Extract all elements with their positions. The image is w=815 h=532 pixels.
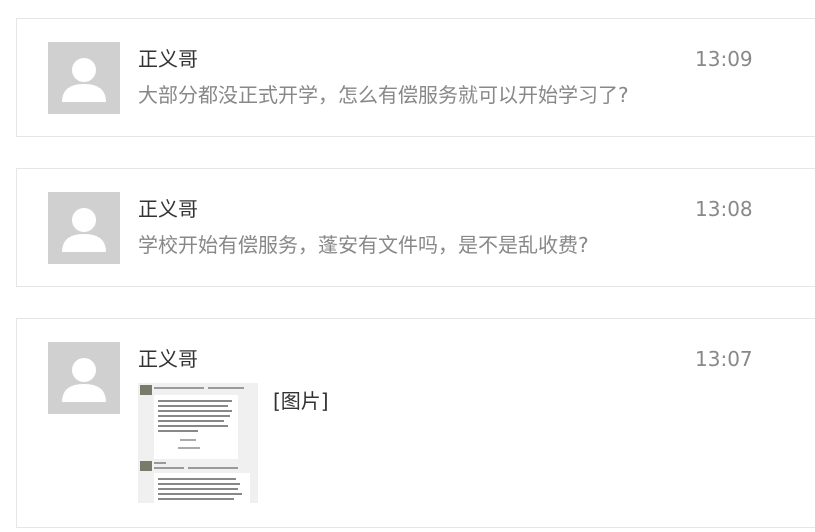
- message-card[interactable]: 正义哥 13:07 [图片]: [16, 318, 815, 528]
- image-label[interactable]: [图片]: [273, 387, 329, 415]
- default-user-avatar-icon: [48, 42, 120, 114]
- sender-name[interactable]: 正义哥: [138, 195, 198, 223]
- default-user-avatar-icon: [48, 342, 120, 414]
- chat-screenshot-thumbnail[interactable]: [138, 383, 258, 503]
- sender-name[interactable]: 正义哥: [138, 345, 198, 373]
- message-time: 13:08: [695, 197, 753, 221]
- avatar[interactable]: [48, 342, 120, 414]
- message-feed: 正义哥 13:09 大部分都没正式开学，怎么有偿服务就可以开始学习了? 正义哥 …: [0, 0, 815, 532]
- avatar[interactable]: [48, 42, 120, 114]
- message-text: 大部分都没正式开学，怎么有偿服务就可以开始学习了?: [138, 83, 629, 107]
- message-text: 学校开始有偿服务，蓬安有文件吗，是不是乱收费?: [138, 233, 589, 257]
- message-card[interactable]: 正义哥 13:08 学校开始有偿服务，蓬安有文件吗，是不是乱收费?: [16, 168, 815, 287]
- thumbnail-image: [138, 383, 258, 503]
- avatar[interactable]: [48, 192, 120, 264]
- default-user-avatar-icon: [48, 192, 120, 264]
- message-time: 13:07: [695, 347, 753, 371]
- message-card[interactable]: 正义哥 13:09 大部分都没正式开学，怎么有偿服务就可以开始学习了?: [16, 18, 815, 137]
- message-time: 13:09: [695, 47, 753, 71]
- sender-name[interactable]: 正义哥: [138, 45, 198, 73]
